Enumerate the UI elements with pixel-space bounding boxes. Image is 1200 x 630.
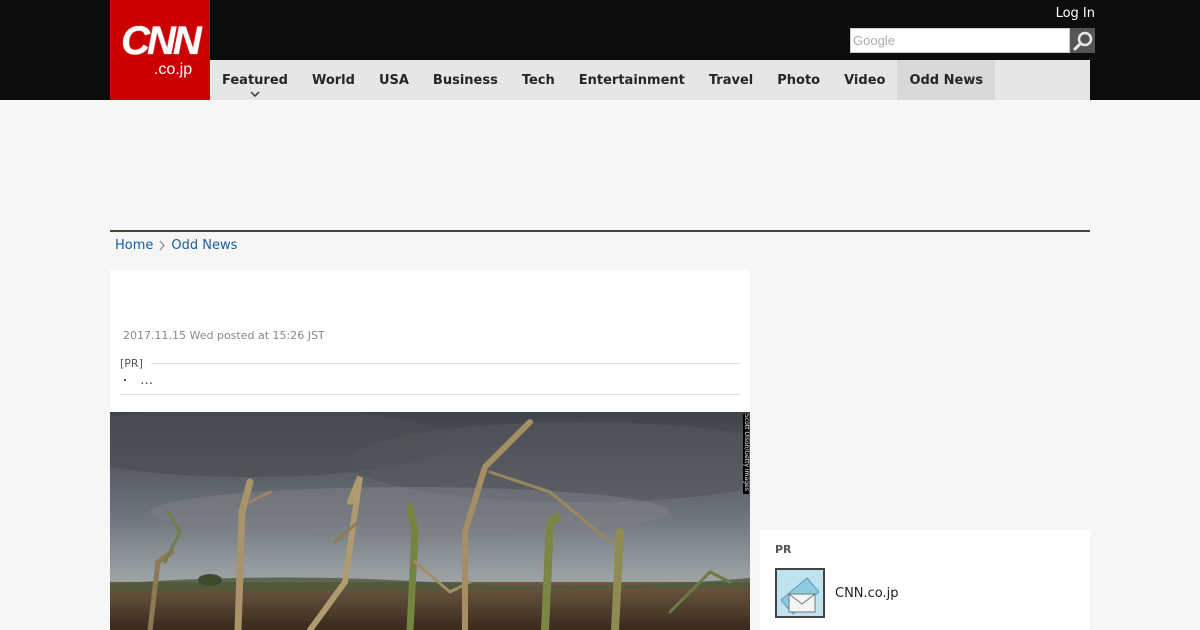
mail-thumbnail-icon — [775, 568, 825, 618]
chevron-down-icon — [250, 91, 260, 97]
article-card: 2017.11.15 Wed posted at 15:26 JST [PR] … — [110, 270, 750, 630]
search-form — [850, 28, 1095, 53]
sidebar-pr-label: PR — [775, 543, 792, 556]
pr-box: [PR] ・ … — [120, 357, 740, 395]
drought-cornfield-image — [110, 412, 750, 630]
logo-sub-text: .co.jp — [153, 61, 193, 78]
login-link[interactable]: Log In — [1056, 6, 1095, 21]
nav-item-tech[interactable]: Tech — [510, 60, 567, 100]
pr-label: [PR] — [120, 357, 143, 370]
photo-credit: Scott Olson/Getty Images — [743, 414, 749, 494]
breadcrumb: Home Odd News — [115, 238, 237, 253]
nav-item-photo[interactable]: Photo — [765, 60, 832, 100]
breadcrumb-home[interactable]: Home — [115, 238, 153, 253]
pr-link-row: ・ … — [120, 372, 740, 395]
pr-bullet: ・ — [120, 376, 130, 387]
cnn-logo[interactable]: CNN .co.jp — [110, 0, 210, 100]
nav-item-travel[interactable]: Travel — [697, 60, 765, 100]
nav-item-world[interactable]: World — [300, 60, 367, 100]
nav-item-odd-news[interactable]: Odd News — [897, 60, 996, 100]
logo-main-text: CNN — [121, 19, 202, 63]
sidebar-pr-item-label: CNN.co.jp — [835, 585, 899, 601]
pr-divider — [150, 363, 740, 364]
article-posted-date: 2017.11.15 Wed posted at 15:26 JST — [123, 329, 325, 342]
nav-item-featured[interactable]: Featured — [210, 60, 300, 100]
ad-banner-area — [110, 100, 1090, 230]
pr-link[interactable]: … — [140, 373, 153, 388]
nav-item-entertainment[interactable]: Entertainment — [567, 60, 697, 100]
sidebar-pr-box: PR CNN.co.jp — [760, 530, 1090, 630]
search-button[interactable] — [1070, 28, 1095, 53]
search-input[interactable] — [850, 28, 1070, 53]
pr-label-row: [PR] — [120, 357, 740, 370]
article-photo: Scott Olson/Getty Images — [110, 412, 750, 630]
nav-item-video[interactable]: Video — [832, 60, 897, 100]
chevron-right-icon — [159, 240, 166, 251]
nav-item-label: Featured — [222, 72, 288, 88]
search-icon — [1073, 31, 1092, 50]
breadcrumb-odd-news[interactable]: Odd News — [171, 238, 237, 253]
nav-item-business[interactable]: Business — [421, 60, 510, 100]
section-divider — [110, 230, 1090, 232]
nav-item-usa[interactable]: USA — [367, 60, 421, 100]
main-nav: Featured World USA Business Tech Enterta… — [210, 60, 1090, 100]
sidebar-pr-item[interactable]: CNN.co.jp — [775, 568, 899, 618]
article-title — [110, 270, 750, 325]
